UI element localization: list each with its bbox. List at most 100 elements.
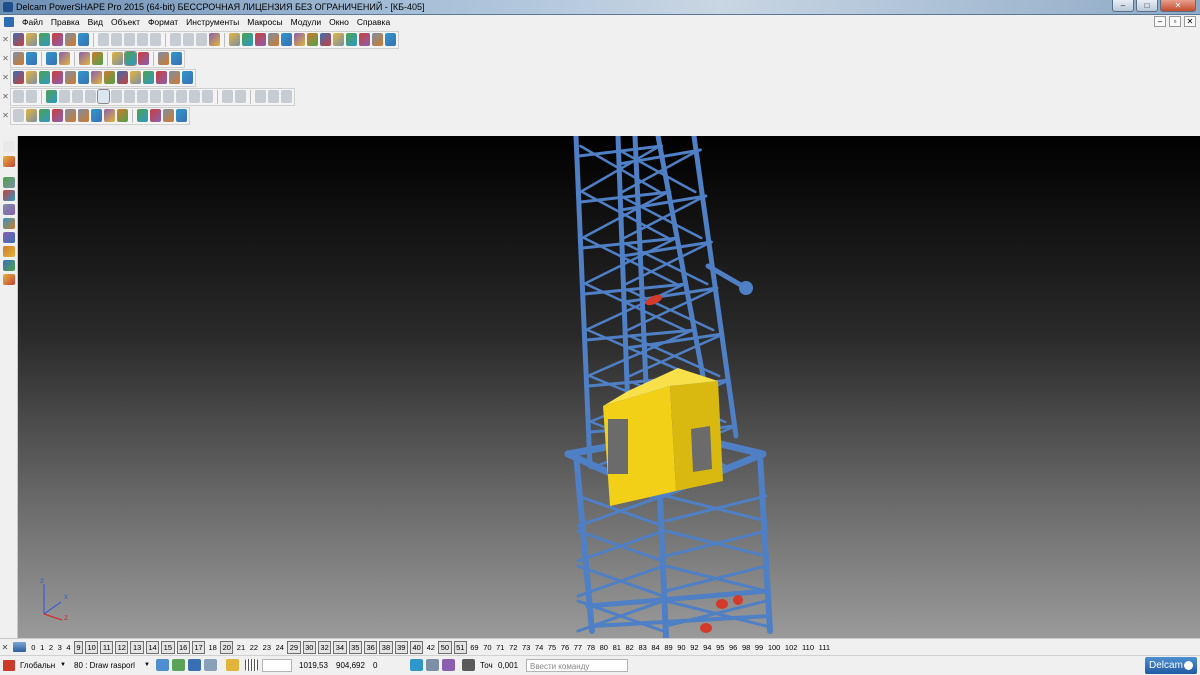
level-15[interactable]: 15	[161, 640, 175, 654]
view-rotate-icon[interactable]	[3, 156, 15, 167]
shaded-view-icon[interactable]	[124, 51, 137, 66]
zoom-out-icon[interactable]	[92, 52, 103, 65]
shell-mode-icon[interactable]	[3, 218, 15, 229]
level-92[interactable]: 92	[688, 642, 701, 653]
view-top-icon[interactable]	[13, 52, 24, 65]
menu-help[interactable]: Справка	[353, 16, 394, 28]
scale-icon[interactable]	[163, 109, 174, 122]
boolean-icon[interactable]	[65, 109, 76, 122]
level-36[interactable]: 36	[363, 640, 378, 654]
level-3[interactable]: 3	[55, 642, 64, 653]
level-22[interactable]: 22	[247, 642, 260, 653]
menu-edit[interactable]: Правка	[47, 16, 84, 28]
level-94[interactable]: 94	[701, 642, 714, 653]
zoom-in-icon[interactable]	[79, 52, 90, 65]
feature-mode-icon[interactable]	[3, 232, 15, 243]
rotate-icon[interactable]	[112, 52, 123, 65]
level-69[interactable]: 69	[468, 642, 481, 653]
dimension-icon[interactable]	[426, 659, 439, 671]
print-icon[interactable]	[78, 33, 89, 46]
level-89[interactable]: 89	[662, 642, 675, 653]
level-84[interactable]: 84	[649, 642, 662, 653]
menu-tools[interactable]: Инструменты	[182, 16, 243, 28]
pattern-icon[interactable]	[137, 109, 148, 122]
level-23[interactable]: 23	[260, 642, 273, 653]
menu-view[interactable]: Вид	[84, 16, 107, 28]
level-83[interactable]: 83	[636, 642, 649, 653]
tool-icon[interactable]	[268, 90, 279, 103]
tool-icon[interactable]	[202, 90, 213, 103]
tool-icon[interactable]	[222, 90, 233, 103]
doc-close-button[interactable]: ✕	[1184, 16, 1196, 27]
tool-icon[interactable]	[72, 90, 83, 103]
tool-icon[interactable]	[111, 90, 122, 103]
tool-icon[interactable]	[255, 90, 266, 103]
level-75[interactable]: 75	[546, 642, 559, 653]
save-as-icon[interactable]	[65, 33, 76, 46]
level-4[interactable]: 4	[64, 642, 73, 653]
level-21[interactable]: 21	[234, 642, 247, 653]
delete-icon[interactable]	[137, 33, 148, 46]
draft-icon[interactable]	[117, 109, 128, 122]
view-front-icon[interactable]	[26, 52, 37, 65]
surface-icon[interactable]	[294, 33, 305, 46]
level-102[interactable]: 102	[783, 642, 800, 653]
level-select[interactable]: 80 : Draw rasporl	[74, 659, 152, 672]
level-82[interactable]: 82	[623, 642, 636, 653]
level-90[interactable]: 90	[675, 642, 688, 653]
close-icon[interactable]: ✕	[1, 70, 10, 85]
tool-icon[interactable]	[235, 90, 246, 103]
menu-format[interactable]: Формат	[144, 16, 182, 28]
shell-icon[interactable]	[104, 109, 115, 122]
cut-solid-icon[interactable]	[78, 109, 89, 122]
level-77[interactable]: 77	[571, 642, 584, 653]
hole-icon[interactable]	[91, 109, 102, 122]
level-99[interactable]: 99	[753, 642, 766, 653]
circle-icon[interactable]	[255, 33, 266, 46]
level-11[interactable]: 11	[100, 640, 114, 654]
zoom-select-icon[interactable]	[59, 52, 70, 65]
level-111[interactable]: 111	[816, 642, 832, 653]
wizard-icon[interactable]	[385, 33, 396, 46]
render-icon[interactable]	[143, 71, 154, 84]
tolerance-value[interactable]: 0,001	[498, 659, 518, 672]
level-100[interactable]: 100	[766, 642, 783, 653]
trim-icon[interactable]	[26, 109, 37, 122]
maximize-button[interactable]: □	[1136, 0, 1158, 12]
workplane-tool-icon[interactable]	[359, 33, 370, 46]
tool-icon[interactable]	[59, 90, 70, 103]
grid-field[interactable]	[262, 659, 292, 672]
mesh-mode-icon[interactable]	[3, 246, 15, 257]
wireframe-icon[interactable]	[138, 52, 149, 65]
cut-icon[interactable]	[98, 33, 109, 46]
level-icon[interactable]	[13, 642, 26, 652]
wire-shaded-icon[interactable]	[26, 71, 37, 84]
level-71[interactable]: 71	[494, 642, 507, 653]
assembly-icon[interactable]	[333, 33, 344, 46]
level-14[interactable]: 14	[145, 640, 160, 654]
cone-icon[interactable]	[91, 71, 102, 84]
line-icon[interactable]	[229, 33, 240, 46]
level-42[interactable]: 42	[424, 642, 437, 653]
mirror-icon[interactable]	[150, 109, 161, 122]
arrow-icon[interactable]	[3, 274, 15, 285]
box-icon[interactable]	[104, 71, 115, 84]
level-35[interactable]: 35	[348, 640, 362, 654]
doc-minimize-button[interactable]: –	[1154, 16, 1166, 27]
level-34[interactable]: 34	[333, 640, 347, 654]
level-9[interactable]: 9	[73, 640, 83, 654]
chevron-down-icon[interactable]: ▼	[60, 659, 66, 672]
tool-icon[interactable]	[46, 90, 57, 103]
tool-icon[interactable]	[163, 90, 174, 103]
close-icon[interactable]: ✕	[1, 51, 10, 66]
level-72[interactable]: 72	[507, 642, 520, 653]
level-0[interactable]: 0	[29, 642, 38, 653]
lightbulb-icon[interactable]	[158, 52, 169, 65]
green-ball-icon[interactable]	[78, 71, 89, 84]
shaded-icon[interactable]	[13, 71, 24, 84]
level-73[interactable]: 73	[520, 642, 533, 653]
tool-icon[interactable]	[137, 90, 148, 103]
level-80[interactable]: 80	[597, 642, 610, 653]
material-icon[interactable]	[117, 71, 128, 84]
filter-icon[interactable]	[188, 659, 201, 671]
